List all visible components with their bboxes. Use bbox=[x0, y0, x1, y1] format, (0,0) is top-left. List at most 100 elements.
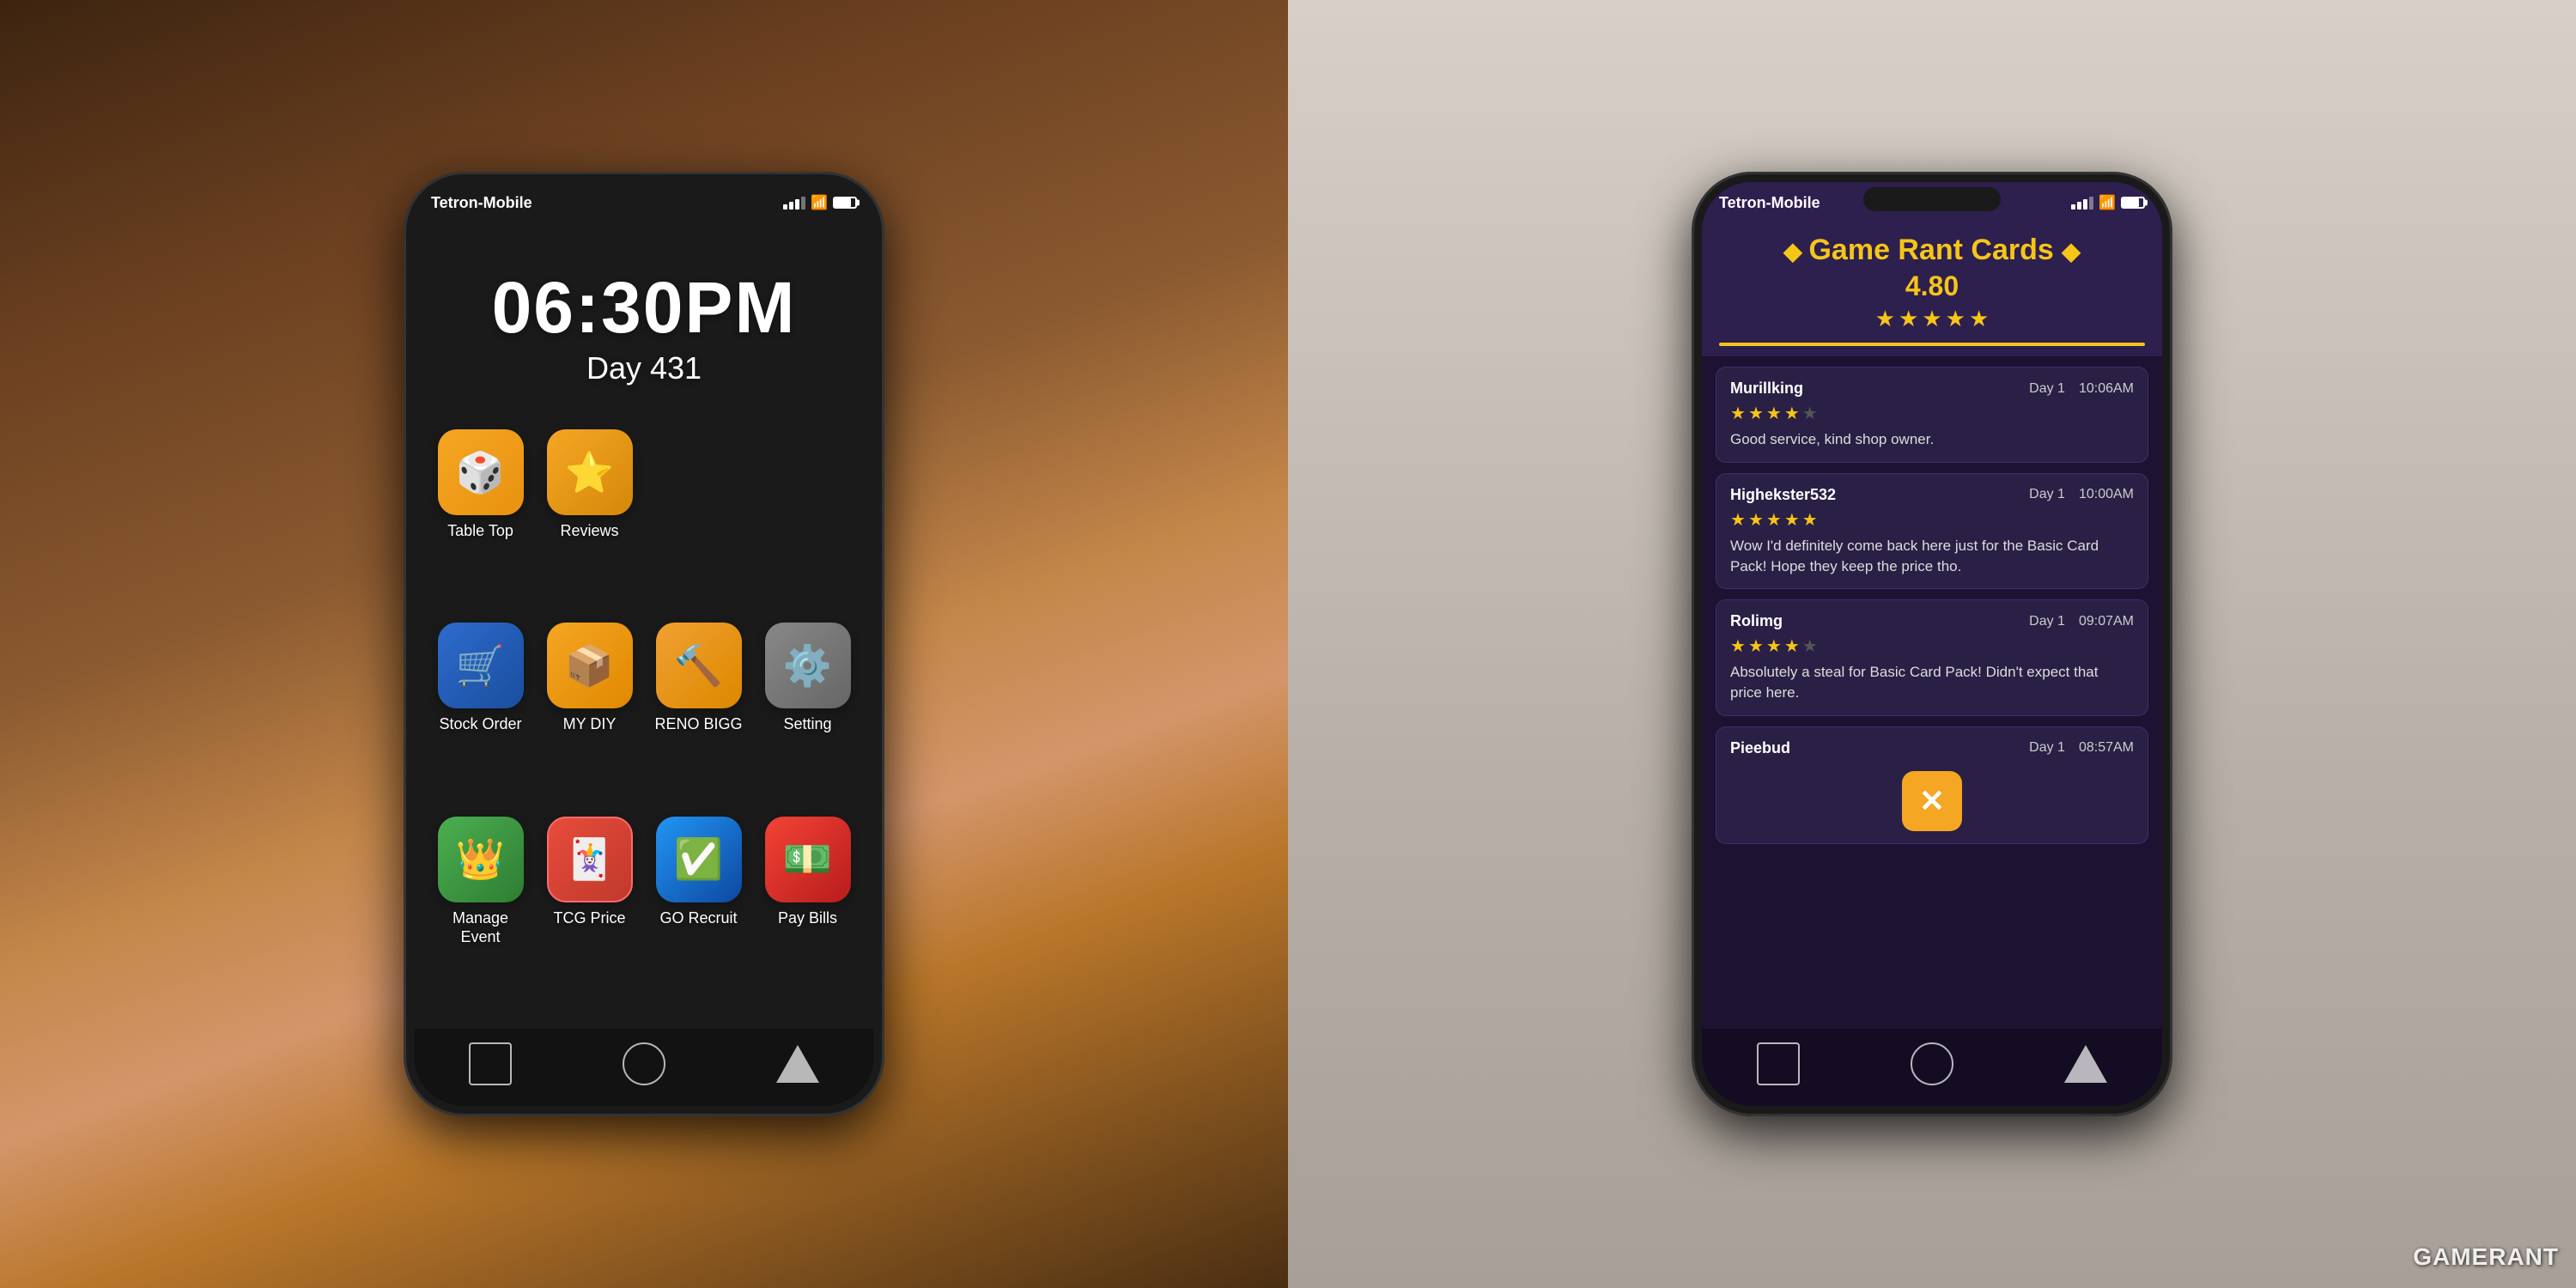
tcgprice-icon: 🃏 bbox=[547, 817, 633, 902]
phone-notch-right bbox=[1863, 187, 2001, 211]
circle-button-left[interactable] bbox=[623, 1042, 665, 1085]
tabletop-label: Table Top bbox=[447, 522, 513, 541]
review-meta-1: Day 1 10:06AM bbox=[2029, 381, 2134, 397]
day-display: Day 431 bbox=[414, 350, 874, 386]
battery-icon-right bbox=[2121, 197, 2145, 209]
diamond-right: ◆ bbox=[2062, 238, 2081, 264]
review-day-2: Day 1 bbox=[2029, 487, 2065, 502]
status-icons-left: 📶 bbox=[783, 194, 857, 211]
reviews-list: Murillking Day 1 10:06AM ★ ★ ★ ★ ★ Good … bbox=[1702, 356, 2162, 1029]
review-day-4: Day 1 bbox=[2029, 740, 2065, 756]
reviewer-name-1: Murillking bbox=[1730, 380, 1803, 398]
manageevent-label: Manage Event bbox=[434, 909, 526, 946]
app-setting[interactable]: ⚙️ Setting bbox=[762, 623, 854, 799]
stockorder-label: Stock Order bbox=[439, 715, 521, 734]
reviewer-name-2: Highekster532 bbox=[1730, 486, 1836, 504]
right-bottom-bar bbox=[1702, 1029, 2162, 1106]
review-text-1: Good service, kind shop owner. bbox=[1730, 429, 2134, 450]
left-bottom-bar bbox=[414, 1029, 874, 1106]
homescreen-time: 06:30PM Day 431 bbox=[414, 220, 874, 412]
review-time-4: 08:57AM bbox=[2079, 740, 2134, 756]
square-button-right[interactable] bbox=[1757, 1042, 1800, 1085]
reviewer-name-3: Rolimg bbox=[1730, 612, 1783, 630]
diamond-left: ◆ bbox=[1783, 238, 1808, 264]
app-mydiy[interactable]: 📦 MY DIY bbox=[544, 623, 635, 799]
tabletop-icon: 🎲 bbox=[438, 429, 524, 515]
renobigg-icon: 🔨 bbox=[656, 623, 742, 708]
manageevent-icon: 👑 bbox=[438, 817, 524, 902]
left-background: Tetron-Mobile 📶 06:30PM bbox=[0, 0, 1288, 1288]
review-header-3: Rolimg Day 1 09:07AM bbox=[1730, 612, 2134, 630]
review-time-2: 10:00AM bbox=[2079, 487, 2134, 502]
gorecruit-label: GO Recruit bbox=[659, 909, 737, 928]
phone-notch bbox=[575, 187, 713, 211]
circle-button-right[interactable] bbox=[1911, 1042, 1953, 1085]
review-day-1: Day 1 bbox=[2029, 381, 2065, 397]
rating-number: 4.80 bbox=[1719, 270, 2145, 302]
review-time-3: 09:07AM bbox=[2079, 614, 2134, 629]
review-meta-3: Day 1 09:07AM bbox=[2029, 614, 2134, 629]
left-phone-screen: Tetron-Mobile 📶 06:30PM bbox=[414, 182, 874, 1106]
close-button[interactable]: ✕ bbox=[1902, 771, 1962, 831]
signal-icon-right bbox=[2071, 197, 2093, 210]
review-header-4: Pieebud Day 1 08:57AM bbox=[1730, 739, 2134, 757]
paybills-label: Pay Bills bbox=[778, 909, 837, 928]
setting-icon: ⚙️ bbox=[765, 623, 851, 708]
carrier-right: Tetron-Mobile bbox=[1719, 194, 1820, 212]
review-header-2: Highekster532 Day 1 10:00AM bbox=[1730, 486, 2134, 504]
carrier-left: Tetron-Mobile bbox=[431, 194, 532, 212]
app-stock-order[interactable]: 🛒 Stock Order bbox=[434, 623, 526, 799]
wifi-icon-left: 📶 bbox=[811, 194, 828, 211]
review-card-2: Highekster532 Day 1 10:00AM ★ ★ ★ ★ ★ Wo… bbox=[1716, 473, 2148, 590]
right-phone-screen: Tetron-Mobile 📶 ◆ bbox=[1702, 182, 2162, 1106]
review-header-1: Murillking Day 1 10:06AM bbox=[1730, 380, 2134, 398]
mydiy-icon: 📦 bbox=[547, 623, 633, 708]
review-text-3: Absolutely a steal for Basic Card Pack! … bbox=[1730, 662, 2134, 703]
triangle-button-left[interactable] bbox=[776, 1045, 819, 1083]
square-button-left[interactable] bbox=[469, 1042, 512, 1085]
stockorder-icon: 🛒 bbox=[438, 623, 524, 708]
reviews-label: Reviews bbox=[560, 522, 618, 541]
time-display: 06:30PM bbox=[414, 271, 874, 343]
wifi-icon-right: 📶 bbox=[2099, 194, 2116, 211]
app-gorecruit[interactable]: ✅ GO Recruit bbox=[653, 817, 744, 1012]
battery-icon-left bbox=[833, 197, 857, 209]
review-stars-1: ★ ★ ★ ★ ★ bbox=[1730, 403, 2134, 424]
review-card-3: Rolimg Day 1 09:07AM ★ ★ ★ ★ ★ Absolutel… bbox=[1716, 599, 2148, 716]
left-phone: Tetron-Mobile 📶 06:30PM bbox=[404, 172, 884, 1116]
renobigg-label: RENO BIGG bbox=[654, 715, 742, 734]
review-day-3: Day 1 bbox=[2029, 614, 2065, 629]
reviews-icon: ⭐ bbox=[547, 429, 633, 515]
paybills-icon: 💵 bbox=[765, 817, 851, 902]
app-reviews[interactable]: ⭐ Reviews bbox=[544, 429, 635, 605]
right-background: Tetron-Mobile 📶 ◆ bbox=[1288, 0, 2576, 1288]
triangle-button-right[interactable] bbox=[2064, 1045, 2107, 1083]
review-card-4: Pieebud Day 1 08:57AM ✕ bbox=[1716, 726, 2148, 844]
review-time-1: 10:06AM bbox=[2079, 381, 2134, 397]
review-text-2: Wow I'd definitely come back here just f… bbox=[1730, 536, 2134, 577]
status-icons-right: 📶 bbox=[2071, 194, 2145, 211]
rating-stars: ★ ★ ★ ★ ★ bbox=[1719, 306, 2145, 332]
review-meta-2: Day 1 10:00AM bbox=[2029, 487, 2134, 502]
reviews-divider bbox=[1719, 343, 2145, 346]
app-renobigg[interactable]: 🔨 RENO BIGG bbox=[653, 623, 744, 799]
app-manageevent[interactable]: 👑 Manage Event bbox=[434, 817, 526, 1012]
app-paybills[interactable]: 💵 Pay Bills bbox=[762, 817, 854, 1012]
review-stars-3: ★ ★ ★ ★ ★ bbox=[1730, 635, 2134, 657]
reviews-header: ◆ Game Rant Cards ◆ 4.80 ★ ★ ★ ★ ★ bbox=[1702, 220, 2162, 356]
review-meta-4: Day 1 08:57AM bbox=[2029, 740, 2134, 756]
setting-label: Setting bbox=[783, 715, 831, 734]
close-btn-container: ✕ bbox=[1730, 762, 2134, 836]
app-tabletop[interactable]: 🎲 Table Top bbox=[434, 429, 526, 605]
reviewer-name-4: Pieebud bbox=[1730, 739, 1790, 757]
mydiy-label: MY DIY bbox=[563, 715, 617, 734]
signal-icon-left bbox=[783, 197, 805, 210]
reviews-title: ◆ Game Rant Cards ◆ bbox=[1719, 234, 2145, 267]
gorecruit-icon: ✅ bbox=[656, 817, 742, 902]
app-tcgprice[interactable]: 🃏 TCG Price bbox=[544, 817, 635, 1012]
gamerant-watermark: GAMERANT bbox=[2413, 1243, 2559, 1271]
app-grid: 🎲 Table Top ⭐ Reviews 🛒 Stock Order 📦 MY… bbox=[414, 412, 874, 1029]
review-card-1: Murillking Day 1 10:06AM ★ ★ ★ ★ ★ Good … bbox=[1716, 367, 2148, 463]
review-stars-2: ★ ★ ★ ★ ★ bbox=[1730, 509, 2134, 531]
right-phone: Tetron-Mobile 📶 ◆ bbox=[1692, 172, 2172, 1116]
